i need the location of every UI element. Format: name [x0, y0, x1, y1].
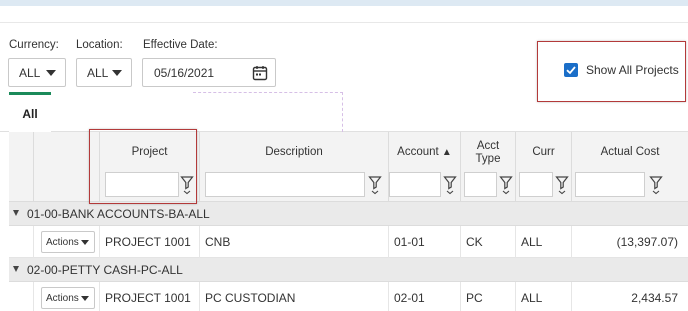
group-row[interactable]: 02-00-PETTY CASH-PC-ALL	[9, 258, 688, 282]
top-divider	[0, 22, 688, 23]
calendar-icon[interactable]	[252, 65, 268, 81]
filter-icon[interactable]	[180, 173, 194, 195]
tab-all-label: All	[22, 106, 38, 121]
chevron-down-icon	[112, 70, 122, 76]
actions-label: Actions	[46, 236, 79, 248]
acct-type-title-line2: Type	[475, 153, 501, 165]
curr-column-title: Curr	[532, 146, 555, 158]
description-cell: PC CUSTODIAN	[200, 282, 389, 311]
group-row[interactable]: 01-00-BANK ACCOUNTS-BA-ALL	[9, 202, 688, 226]
actions-button[interactable]: Actions	[41, 231, 95, 253]
chevron-down-icon	[46, 70, 56, 76]
location-dropdown[interactable]: ALL	[76, 58, 132, 87]
actions-label: Actions	[46, 292, 79, 304]
header-actions-col	[34, 132, 100, 202]
actual-cost-column-title: Actual Cost	[600, 146, 660, 158]
group-title: 01-00-BANK ACCOUNTS-BA-ALL	[27, 207, 210, 221]
effective-date-value: 05/16/2021	[154, 65, 215, 80]
account-column-title: Account ▲	[389, 146, 460, 159]
curr-filter-input[interactable]	[519, 172, 553, 197]
collapse-triangle-icon[interactable]	[13, 266, 19, 272]
collapse-triangle-icon[interactable]	[13, 210, 19, 216]
tab-all[interactable]: All	[9, 92, 51, 132]
project-cell: PROJECT 1001	[100, 282, 200, 311]
filter-icon[interactable]	[368, 173, 382, 195]
header-expand-col	[9, 132, 34, 202]
description-cell: CNB	[200, 226, 389, 258]
account-cell: 01-01	[389, 226, 461, 258]
description-filter-input[interactable]	[205, 172, 365, 197]
filter-icon[interactable]	[555, 173, 569, 195]
top-banner	[0, 0, 688, 6]
actual-cost-cell: (13,397.07)	[616, 235, 678, 249]
show-all-projects-checkbox[interactable]	[564, 63, 578, 77]
acct-type-cell: CK	[461, 226, 516, 258]
account-filter-input[interactable]	[389, 172, 441, 197]
project-column-title: Project	[131, 146, 168, 158]
chevron-down-icon	[81, 240, 89, 245]
group-title: 02-00-PETTY CASH-PC-ALL	[27, 263, 183, 277]
checkmark-icon	[566, 66, 576, 75]
drag-placeholder	[193, 92, 343, 132]
expand-cell	[9, 226, 34, 258]
effective-date-input[interactable]: 05/16/2021	[142, 58, 276, 87]
project-filter-input[interactable]	[105, 172, 179, 197]
effective-date-label: Effective Date:	[143, 39, 218, 51]
currency-label: Currency:	[9, 39, 59, 51]
actions-button[interactable]: Actions	[41, 287, 95, 309]
table-row[interactable]: Actions PROJECT 1001 CNB 01-01 CK ALL (1…	[9, 226, 688, 258]
currency-value: ALL	[19, 65, 41, 80]
acct-type-title-line1: Acct	[476, 140, 500, 152]
location-value: ALL	[87, 65, 109, 80]
actual-cost-cell: 2,434.57	[631, 291, 678, 305]
description-column-title: Description	[265, 146, 323, 158]
chevron-down-icon	[81, 296, 89, 301]
actual-cost-filter-input[interactable]	[575, 172, 645, 197]
curr-cell: ALL	[516, 226, 572, 258]
expand-cell	[9, 282, 34, 311]
sort-ascending-icon[interactable]: ▲	[442, 147, 452, 158]
table-row[interactable]: Actions PROJECT 1001 PC CUSTODIAN 02-01 …	[9, 282, 688, 311]
project-cell: PROJECT 1001	[100, 226, 200, 258]
account-column-label: Account	[397, 146, 439, 158]
location-label: Location:	[76, 39, 123, 51]
acct-type-filter-input[interactable]	[464, 172, 497, 197]
currency-dropdown[interactable]: ALL	[8, 58, 66, 87]
show-all-projects-label[interactable]: Show All Projects	[586, 63, 679, 77]
grid-header: Project Description Account ▲ Acct Type …	[9, 132, 688, 202]
filter-icon[interactable]	[649, 173, 663, 195]
curr-cell: ALL	[516, 282, 572, 311]
filter-icon[interactable]	[443, 173, 457, 195]
acct-type-cell: PC	[461, 282, 516, 311]
account-cell: 02-01	[389, 282, 461, 311]
filter-icon[interactable]	[499, 173, 513, 195]
